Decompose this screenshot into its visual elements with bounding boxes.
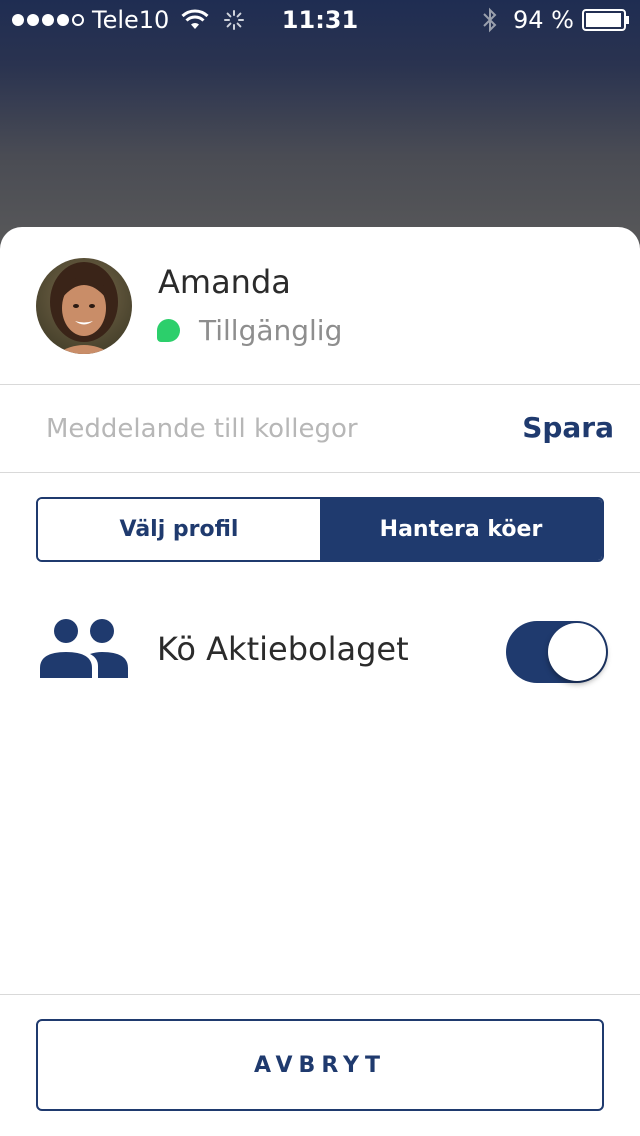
battery-icon	[582, 9, 629, 31]
colleague-message-input[interactable]	[46, 407, 506, 451]
message-row: Spara	[0, 385, 640, 473]
divider	[0, 472, 640, 473]
queue-toggle-switch[interactable]	[506, 621, 608, 683]
save-button[interactable]: Spara	[522, 411, 614, 444]
toggle-knob[interactable]	[548, 623, 606, 681]
user-name: Amanda	[158, 263, 291, 301]
tab-manage-queues[interactable]: Hantera köer	[320, 499, 602, 560]
divider	[0, 994, 640, 995]
cancel-button[interactable]: AVBRYT	[36, 1019, 604, 1111]
avatar-photo	[36, 258, 132, 354]
queue-row: Kö Aktiebolaget	[0, 612, 640, 702]
segmented-control: Välj profil Hantera köer	[36, 497, 604, 562]
tab-choose-profile[interactable]: Välj profil	[38, 499, 320, 560]
status-bar: Tele10 11:31 94 %	[0, 0, 640, 40]
bottom-sheet: Amanda Tillgänglig Spara Välj profil Han…	[0, 227, 640, 1136]
status-bar-right: 94 %	[481, 6, 630, 34]
bluetooth-icon	[483, 7, 497, 33]
queue-name: Kö Aktiebolaget	[157, 630, 409, 668]
battery-percentage: 94 %	[513, 6, 574, 34]
people-group-icon	[40, 619, 128, 678]
availability-status-label[interactable]: Tillgänglig	[199, 314, 342, 347]
avatar	[36, 258, 132, 354]
availability-status-icon	[157, 319, 180, 342]
profile-header: Amanda Tillgänglig	[0, 227, 640, 384]
